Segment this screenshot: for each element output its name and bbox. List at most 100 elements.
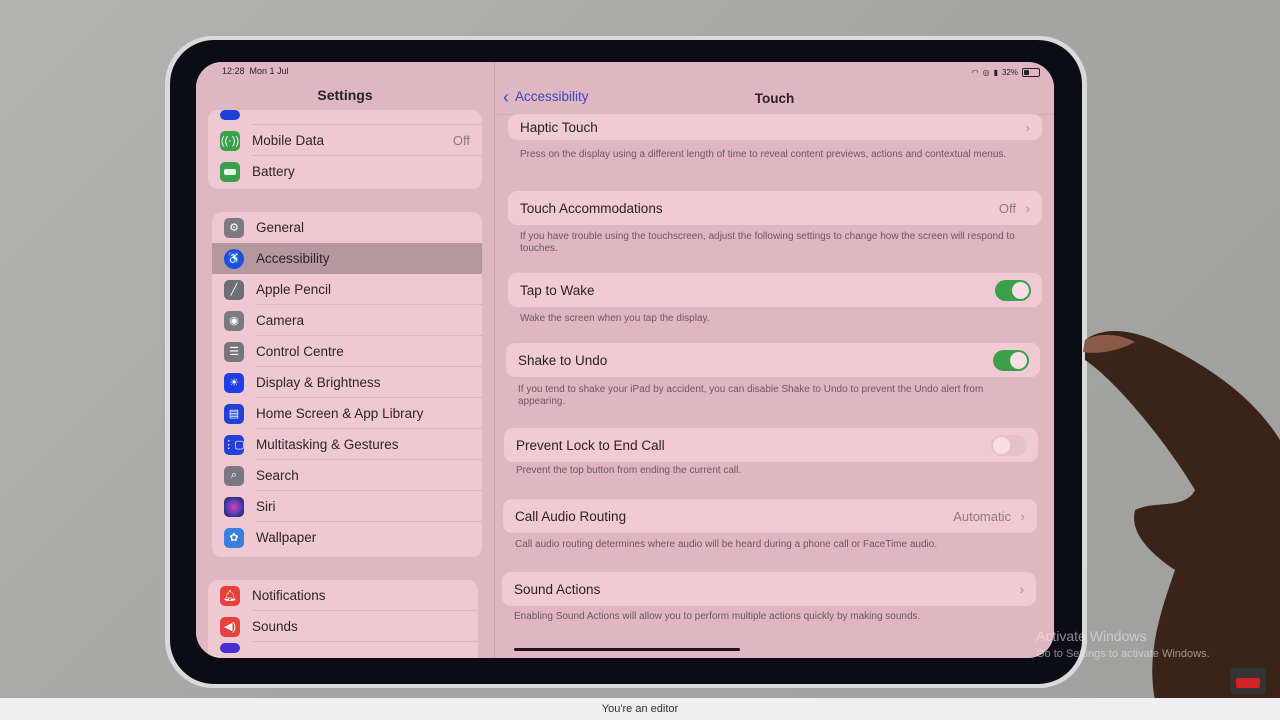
antenna-icon: ((·)): [220, 130, 240, 151]
sidebar-item-apple-pencil[interactable]: ╱ Apple Pencil: [212, 274, 482, 305]
shake-to-undo-toggle[interactable]: [993, 349, 1029, 371]
toggle-knob: [993, 436, 1010, 454]
sidebar-item-label: Battery: [252, 164, 295, 179]
toggles-icon: ☰: [224, 341, 244, 362]
row-footer: If you tend to shake your iPad by accide…: [518, 384, 984, 407]
row-value: Off: [998, 200, 1016, 216]
shake-to-undo-row: Shake to Undo: [506, 343, 1040, 377]
sidebar-item-display-brightness[interactable]: ☀ Display & Brightness: [212, 367, 482, 398]
sidebar-item-siri[interactable]: Siri: [212, 491, 482, 522]
activate-windows-title: Activate Windows: [1036, 628, 1147, 644]
toggle-knob: [1010, 351, 1027, 369]
row-footer: Prevent the top button from ending the c…: [516, 465, 742, 476]
row-label: Tap to Wake: [520, 282, 595, 298]
channel-logo: [1230, 668, 1266, 694]
touch-detail-pane: ◠ ◎ ▮ 32% ‹ Accessibility Touch Haptic T…: [495, 62, 1054, 658]
battery-icon: [220, 161, 240, 182]
editor-status-text: You're an editor: [601, 703, 679, 715]
battery-indicator-icon: [1022, 68, 1040, 77]
row-footer: Press on the display using a different l…: [520, 149, 1007, 160]
status-icons: ◠ ◎ ▮ 32%: [972, 68, 1040, 77]
tap-to-wake-toggle[interactable]: [995, 279, 1031, 301]
home-screen-icon: ▤: [224, 403, 244, 424]
home-indicator[interactable]: [514, 648, 740, 651]
sidebar-item-home-screen[interactable]: ▤ Home Screen & App Library: [212, 398, 482, 429]
row-footer: Enabling Sound Actions will allow you to…: [514, 611, 921, 622]
sidebar-item-label: Accessibility: [256, 251, 330, 266]
row-footer: Call audio routing determines where audi…: [515, 539, 938, 550]
speaker-icon: ◀): [220, 616, 240, 637]
sidebar-item-label: General: [256, 220, 305, 235]
status-time: 12:28 Mon 1 Jul: [222, 66, 289, 76]
row-label: Haptic Touch: [520, 119, 598, 135]
touch-accommodations-row[interactable]: Touch Accommodations Off ›: [508, 191, 1042, 225]
toggle-knob: [1012, 281, 1029, 299]
chevron-right-icon: ›: [1025, 200, 1030, 216]
haptic-touch-row[interactable]: Haptic Touch ›: [508, 114, 1042, 140]
gear-icon: ⚙: [224, 217, 244, 238]
sidebar-item-label: Sounds: [252, 619, 298, 634]
bluetooth-icon: [220, 110, 240, 120]
camera-icon: ◉: [224, 310, 244, 331]
sidebar-item-label: Wallpaper: [256, 530, 317, 545]
settings-sidebar: 12:28 Mon 1 Jul Settings ((·)) Mobile Da…: [196, 62, 494, 658]
sidebar-item-label: Display & Brightness: [256, 375, 381, 390]
sidebar-item-label: Notifications: [252, 588, 326, 603]
sound-actions-row[interactable]: Sound Actions ›: [502, 572, 1036, 606]
chevron-right-icon: ›: [1025, 119, 1030, 135]
flower-icon: ✿: [224, 527, 244, 548]
editor-status-bar: You're an editor: [0, 698, 1280, 720]
bell-icon: 🔔︎: [220, 585, 240, 606]
sidebar-item-label: Control Centre: [256, 344, 344, 359]
row-footer: Wake the screen when you tap the display…: [520, 313, 710, 324]
row-label: Call Audio Routing: [515, 508, 627, 524]
search-icon: ⌕: [224, 465, 244, 486]
sidebar-item-search[interactable]: ⌕ Search: [212, 460, 482, 491]
siri-icon: [224, 496, 244, 517]
sidebar-item-sounds[interactable]: ◀) Sounds: [208, 611, 478, 642]
sidebar-item-general[interactable]: ⚙ General: [212, 212, 482, 243]
sidebar-item-notifications[interactable]: 🔔︎ Notifications: [208, 580, 478, 611]
sidebar-title: Settings: [317, 87, 373, 103]
row-label: Sound Actions: [514, 581, 601, 597]
sidebar-item-label: Search: [256, 468, 299, 483]
row-value: Automatic: [953, 508, 1011, 524]
wifi-icon: ◠: [971, 68, 979, 77]
sidebar-item-battery[interactable]: Battery: [208, 156, 482, 187]
sidebar-item-value: Off: [452, 133, 470, 148]
multitasking-icon: ⋮▢: [223, 434, 245, 455]
row-footer: If you have trouble using the touchscree…: [520, 231, 1015, 254]
prevent-lock-toggle[interactable]: [991, 434, 1027, 456]
battery-percent: 32%: [1001, 68, 1018, 77]
chevron-right-icon: ›: [1019, 581, 1024, 597]
accessibility-icon: ♿: [224, 248, 244, 269]
sidebar-item-label: Mobile Data: [252, 133, 325, 148]
sun-icon: ☀: [224, 372, 244, 393]
activate-windows-subtitle: Go to Settings to activate Windows.: [1036, 648, 1210, 660]
sidebar-item-multitasking[interactable]: ⋮▢ Multitasking & Gestures: [212, 429, 482, 460]
sidebar-item-label: Camera: [256, 313, 305, 328]
sidebar-group-notifications: 🔔︎ Notifications ◀) Sounds: [208, 580, 478, 658]
ipad-screen: 12:28 Mon 1 Jul Settings ((·)) Mobile Da…: [196, 62, 1054, 658]
sidebar-item-control-centre[interactable]: ☰ Control Centre: [212, 336, 482, 367]
sidebar-group-connectivity: ((·)) Mobile Data Off Battery: [208, 110, 482, 189]
chevron-right-icon: ›: [1020, 508, 1025, 524]
call-audio-routing-row[interactable]: Call Audio Routing Automatic ›: [503, 499, 1037, 533]
sidebar-item-label: Apple Pencil: [256, 282, 332, 297]
sidebar-group-system: ⚙ General ♿ Accessibility ╱ Apple Pencil…: [212, 212, 482, 557]
sidebar-item-camera[interactable]: ◉ Camera: [212, 305, 482, 336]
sidebar-item-label: Siri: [256, 499, 276, 514]
pencil-icon: ╱: [224, 279, 244, 300]
prevent-lock-row: Prevent Lock to End Call: [504, 428, 1038, 462]
sidebar-item-mobile-data[interactable]: ((·)) Mobile Data Off: [208, 125, 482, 156]
sidebar-item-label: Multitasking & Gestures: [256, 437, 399, 452]
bookmark-icon: ▮: [993, 68, 998, 77]
tap-to-wake-row: Tap to Wake: [508, 273, 1042, 307]
app-icon: [220, 643, 240, 653]
sidebar-item-accessibility[interactable]: ♿ Accessibility: [212, 243, 482, 274]
row-label: Prevent Lock to End Call: [516, 437, 665, 453]
page-title: Touch: [754, 91, 795, 106]
sidebar-item-wallpaper[interactable]: ✿ Wallpaper: [212, 522, 482, 553]
sidebar-item-bluetooth[interactable]: [208, 110, 482, 125]
sidebar-item-label: Home Screen & App Library: [256, 406, 424, 421]
